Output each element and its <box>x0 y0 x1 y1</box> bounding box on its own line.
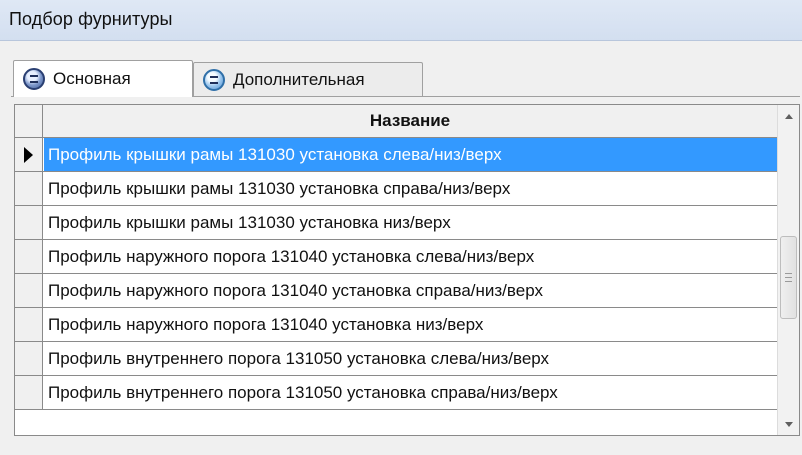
current-row-arrow-icon <box>24 147 33 163</box>
cell-name[interactable]: Профиль наружного порога 131040 установк… <box>44 308 777 341</box>
window-title: Подбор фурнитуры <box>9 9 173 29</box>
tab-additional-label: Дополнительная <box>233 70 365 89</box>
row-indicator[interactable] <box>15 206 43 239</box>
cell-name[interactable]: Профиль крышки рамы 131030 установка низ… <box>44 206 777 239</box>
tab-main-label: Основная <box>53 69 131 88</box>
scrollbar-thumb[interactable] <box>780 236 797 319</box>
row-indicator[interactable] <box>15 376 43 409</box>
table-row[interactable]: Профиль внутреннего порога 131050 устано… <box>15 376 777 410</box>
column-header-name[interactable]: Название <box>43 105 777 137</box>
data-grid[interactable]: Название Профиль крышки рамы 131030 уста… <box>14 104 800 436</box>
vertical-scrollbar[interactable] <box>777 105 799 435</box>
row-indicator[interactable] <box>15 172 43 205</box>
table-row[interactable]: Профиль крышки рамы 131030 установка сле… <box>15 138 777 172</box>
table-row[interactable]: Профиль наружного порога 131040 установк… <box>15 240 777 274</box>
cell-name[interactable]: Профиль наружного порога 131040 установк… <box>44 274 777 307</box>
cell-name[interactable]: Профиль внутреннего порога 131050 устано… <box>44 342 777 375</box>
tab-main[interactable]: Основная <box>13 60 193 97</box>
cell-name[interactable]: Профиль крышки рамы 131030 установка сле… <box>44 138 777 171</box>
cell-name[interactable]: Профиль крышки рамы 131030 установка спр… <box>44 172 777 205</box>
row-indicator[interactable] <box>15 308 43 341</box>
table-row[interactable]: Профиль крышки рамы 131030 установка низ… <box>15 206 777 240</box>
cell-name[interactable]: Профиль внутреннего порога 131050 устано… <box>44 376 777 409</box>
table-row[interactable]: Профиль внутреннего порога 131050 устано… <box>15 342 777 376</box>
tab-additional[interactable]: Дополнительная <box>193 62 423 97</box>
table-row[interactable]: Профиль крышки рамы 131030 установка спр… <box>15 172 777 206</box>
title-bar: Подбор фурнитуры <box>0 0 802 41</box>
grid-header: Название <box>15 105 777 138</box>
scroll-up-button[interactable] <box>778 105 799 127</box>
row-indicator[interactable] <box>15 274 43 307</box>
cell-name[interactable]: Профиль наружного порога 131040 установк… <box>44 240 777 273</box>
arrow-down-icon <box>784 421 793 427</box>
grip-icon <box>785 273 792 282</box>
row-indicator[interactable] <box>15 138 43 171</box>
arrow-up-icon <box>784 113 793 119</box>
row-indicator[interactable] <box>15 342 43 375</box>
disk-icon <box>23 68 45 90</box>
table-row[interactable]: Профиль наружного порога 131040 установк… <box>15 274 777 308</box>
row-indicator[interactable] <box>15 240 43 273</box>
row-indicator-header <box>15 105 43 137</box>
scroll-down-button[interactable] <box>778 413 799 435</box>
disk-icon <box>203 69 225 91</box>
table-row[interactable]: Профиль наружного порога 131040 установк… <box>15 308 777 342</box>
